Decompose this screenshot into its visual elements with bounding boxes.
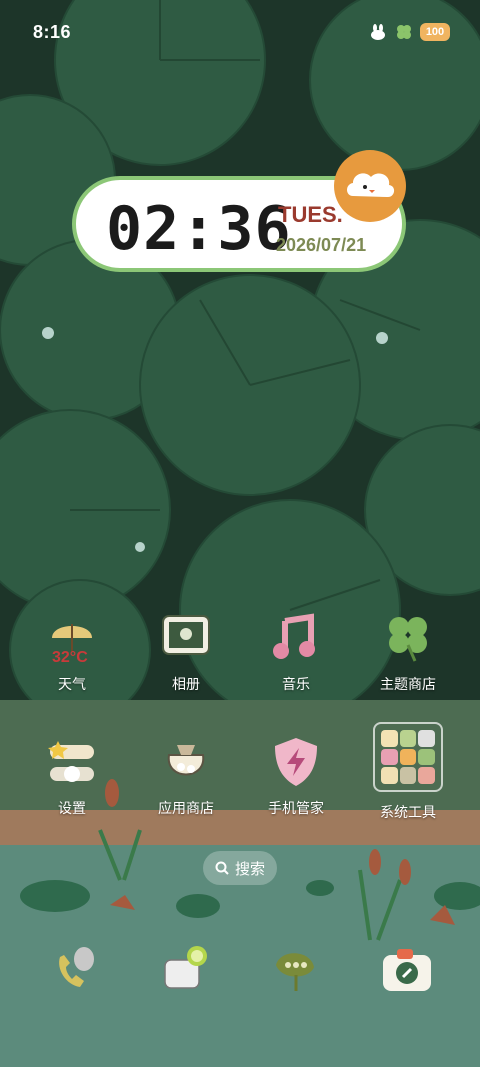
search-icon [215, 861, 229, 875]
clock-time: 02:36 [106, 194, 292, 264]
app-gallery[interactable]: 相册 [136, 610, 236, 694]
phone-icon [59, 947, 94, 987]
app-label: 应用商店 [158, 800, 214, 816]
app-phone-manager[interactable]: 手机管家 [246, 734, 346, 818]
app-label: 设置 [58, 800, 86, 816]
search-button[interactable]: 搜索 [203, 851, 277, 885]
dock-messages[interactable] [150, 940, 220, 1000]
app-settings[interactable]: 设置 [22, 734, 122, 818]
wallpaper [0, 0, 480, 1067]
settings-toggle-icon [44, 734, 100, 790]
camera-icon [383, 949, 431, 991]
app-label: 相册 [172, 676, 200, 692]
status-time: 8:16 [33, 22, 72, 42]
tools-folder-icon [371, 720, 445, 794]
bunny-notification-icon [368, 22, 388, 42]
music-note-icon [268, 610, 324, 666]
app-label: 天气 [58, 676, 86, 692]
app-theme-store[interactable]: 主题商店 [358, 610, 458, 694]
app-label: 音乐 [282, 676, 310, 692]
browser-icon [276, 953, 314, 991]
weather-temp: 32°C [52, 649, 88, 664]
clover-icon [380, 610, 436, 666]
clock-date: 2026/07/21 [276, 235, 367, 255]
dock-camera[interactable] [372, 940, 442, 1000]
umbrella-weather-icon: 32°C [44, 610, 100, 666]
clock-day: TUES. [278, 202, 343, 227]
shield-bolt-icon [268, 734, 324, 790]
app-weather[interactable]: 32°C 天气 [22, 610, 122, 694]
battery-icon: 100 [420, 23, 450, 41]
bag-store-icon [158, 734, 214, 790]
duck-cloud-badge-icon[interactable] [334, 150, 406, 222]
status-bar: 8:16 100 [0, 0, 480, 64]
status-icons: 100 [368, 22, 450, 42]
dock-browser[interactable] [260, 940, 330, 1000]
app-app-store[interactable]: 应用商店 [136, 734, 236, 818]
clover-signal-icon [394, 22, 414, 42]
messages-icon [164, 946, 207, 989]
dock-phone[interactable] [38, 940, 108, 1000]
search-label: 搜索 [234, 860, 265, 878]
app-music[interactable]: 音乐 [246, 610, 346, 694]
app-label: 系统工具 [380, 804, 436, 820]
app-label: 手机管家 [268, 800, 324, 816]
app-system-tools[interactable]: 系统工具 [358, 720, 458, 822]
app-label: 主题商店 [380, 676, 436, 692]
photo-frame-icon [158, 610, 214, 666]
